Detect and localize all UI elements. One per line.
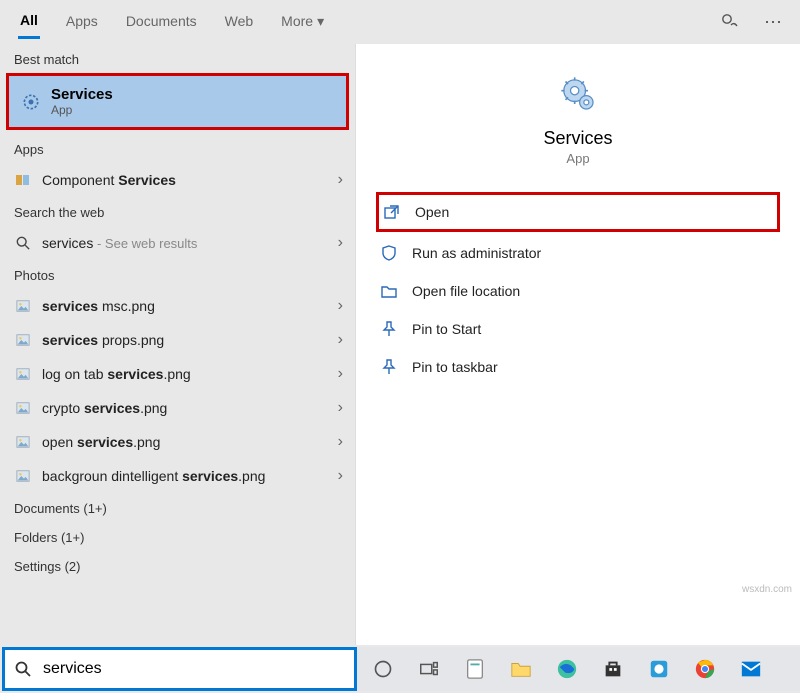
more-options-icon[interactable]: ⋯	[764, 12, 782, 33]
section-settings: Settings (2)	[0, 551, 355, 580]
scope-tabs: All Apps Documents Web More ▾ ⋯	[0, 0, 800, 44]
result-label: services - See web results	[42, 235, 328, 251]
store-icon[interactable]	[599, 655, 627, 683]
watermark: wsxdn.com	[742, 584, 792, 595]
feedback-icon[interactable]	[720, 12, 740, 32]
result-component-services[interactable]: Component Services ›	[0, 163, 355, 197]
pin-icon	[380, 320, 398, 338]
result-label: backgroun dintelligent services.png	[42, 468, 328, 484]
action-open-location[interactable]: Open file location	[356, 272, 800, 310]
preview-title: Services	[543, 128, 612, 149]
content-area: Best match Services App Apps Compone	[0, 44, 800, 645]
result-photo[interactable]: open services.png ›	[0, 425, 355, 459]
chevron-right-icon: ›	[338, 399, 343, 417]
action-pin-start[interactable]: Pin to Start	[356, 310, 800, 348]
result-label: services msc.png	[42, 298, 328, 314]
section-apps: Apps	[0, 134, 355, 163]
chevron-right-icon: ›	[338, 234, 343, 252]
app-icon[interactable]	[645, 655, 673, 683]
folder-icon	[380, 282, 398, 300]
image-file-icon	[14, 467, 32, 485]
best-match-result[interactable]: Services App	[6, 73, 349, 130]
result-photo[interactable]: services msc.png ›	[0, 289, 355, 323]
result-label: crypto services.png	[42, 400, 328, 416]
search-window: All Apps Documents Web More ▾ ⋯ Best mat…	[0, 0, 800, 693]
bottom-bar	[0, 645, 800, 693]
image-file-icon	[14, 331, 32, 349]
result-photo[interactable]: services props.png ›	[0, 323, 355, 357]
taskbar	[357, 647, 800, 691]
file-explorer-icon[interactable]	[507, 655, 535, 683]
result-web-search[interactable]: services - See web results ›	[0, 226, 355, 260]
tab-more-label: More	[281, 13, 313, 29]
search-input[interactable]	[41, 659, 344, 679]
chevron-right-icon: ›	[338, 297, 343, 315]
tab-documents[interactable]: Documents	[124, 7, 199, 37]
action-pin-taskbar[interactable]: Pin to taskbar	[356, 348, 800, 386]
tab-web[interactable]: Web	[223, 7, 256, 37]
task-view-icon[interactable]	[415, 655, 443, 683]
pin-icon	[380, 358, 398, 376]
tab-more[interactable]: More ▾	[279, 7, 326, 38]
component-services-icon	[14, 171, 32, 189]
best-match-title: Services	[51, 86, 113, 103]
action-label: Pin to taskbar	[412, 359, 498, 375]
image-file-icon	[14, 399, 32, 417]
preview-actions: Open Run as administrator Open file loca…	[356, 192, 800, 386]
open-icon	[383, 203, 401, 221]
chevron-right-icon: ›	[338, 467, 343, 485]
result-photo[interactable]: backgroun dintelligent services.png ›	[0, 459, 355, 493]
section-search-web: Search the web	[0, 197, 355, 226]
chevron-right-icon: ›	[338, 171, 343, 189]
services-app-icon	[558, 74, 598, 114]
results-panel: Best match Services App Apps Compone	[0, 44, 355, 645]
action-label: Pin to Start	[412, 321, 481, 337]
search-icon	[15, 661, 31, 677]
result-label: services props.png	[42, 332, 328, 348]
image-file-icon	[14, 365, 32, 383]
section-photos: Photos	[0, 260, 355, 289]
chevron-right-icon: ›	[338, 433, 343, 451]
best-match-subtitle: App	[51, 103, 113, 117]
shield-icon	[380, 244, 398, 262]
preview-subtitle: App	[566, 151, 589, 166]
mail-icon[interactable]	[737, 655, 765, 683]
chevron-right-icon: ›	[338, 365, 343, 383]
gear-icon	[21, 92, 41, 112]
app-icon[interactable]	[461, 655, 489, 683]
action-label: Run as administrator	[412, 245, 541, 261]
tab-all[interactable]: All	[18, 6, 40, 39]
section-documents: Documents (1+)	[0, 493, 355, 522]
result-label: Component Services	[42, 172, 328, 188]
cortana-icon[interactable]	[369, 655, 397, 683]
action-label: Open file location	[412, 283, 520, 299]
preview-header: Services App	[356, 44, 800, 192]
result-label: log on tab services.png	[42, 366, 328, 382]
chrome-icon[interactable]	[691, 655, 719, 683]
image-file-icon	[14, 433, 32, 451]
result-label: open services.png	[42, 434, 328, 450]
chevron-down-icon: ▾	[317, 13, 324, 30]
chevron-right-icon: ›	[338, 331, 343, 349]
action-label: Open	[415, 204, 449, 220]
section-folders: Folders (1+)	[0, 522, 355, 551]
image-file-icon	[14, 297, 32, 315]
section-best-match: Best match	[0, 44, 355, 73]
tab-apps[interactable]: Apps	[64, 7, 100, 37]
edge-icon[interactable]	[553, 655, 581, 683]
action-run-admin[interactable]: Run as administrator	[356, 234, 800, 272]
result-photo[interactable]: log on tab services.png ›	[0, 357, 355, 391]
search-icon	[14, 234, 32, 252]
preview-panel: Services App Open Run as administrator	[355, 44, 800, 645]
search-box[interactable]	[2, 647, 357, 691]
result-photo[interactable]: crypto services.png ›	[0, 391, 355, 425]
action-open[interactable]: Open	[376, 192, 780, 232]
